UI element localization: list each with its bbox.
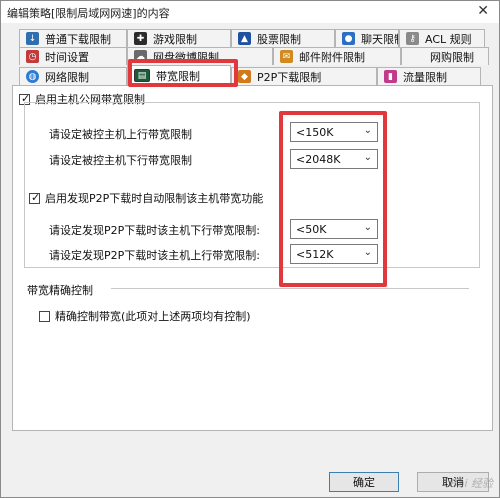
traffic-bars-icon: ▮ xyxy=(384,70,397,83)
tab-label: ACL 规则 xyxy=(425,32,472,46)
chevron-down-icon: ⌄ xyxy=(363,247,372,258)
tab-label: 邮件附件限制 xyxy=(299,50,365,64)
p2p-icon: ◆ xyxy=(238,70,251,83)
section-divider xyxy=(111,288,469,289)
tab-acl[interactable]: ⚷ ACL 规则 xyxy=(399,29,485,47)
watermark: Bai 经验 xyxy=(450,477,493,490)
checkbox-label: 精确控制带宽(此项对上述两项均有控制) xyxy=(55,310,251,323)
tab-p2p-download[interactable]: ◆ P2P下载限制 xyxy=(231,67,377,85)
tab-cloud-weibo[interactable]: ☁ 网盘微博限制 xyxy=(127,47,273,65)
gamepad-icon: ✚ xyxy=(134,32,147,45)
mail-icon: ✉ xyxy=(280,50,293,63)
enable-p2p-auto-limit-checkbox[interactable]: ✓ 启用发现P2P下载时自动限制该主机带宽功能 xyxy=(29,190,263,206)
tab-label: 聊天限制 xyxy=(361,32,398,46)
tab-time-settings[interactable]: ◷ 时间设置 xyxy=(19,47,127,65)
ok-button[interactable]: 确定 xyxy=(329,472,399,492)
tab-network[interactable]: ◍ 网络限制 xyxy=(19,67,127,85)
download-limit-select[interactable]: <2048K ⌄ xyxy=(290,149,378,169)
chevron-down-icon: ⌄ xyxy=(363,125,372,136)
tab-row-1: ↓ 普通下载限制 ✚ 游戏限制 ▲ 股票限制 ● 聊天限制 ⚷ ACL 规则 xyxy=(19,29,485,47)
chevron-down-icon: ⌄ xyxy=(363,222,372,233)
tab-label: 普通下载限制 xyxy=(45,32,111,46)
checkbox-label: 启用发现P2P下载时自动限制该主机带宽功能 xyxy=(45,192,264,205)
tab-row-3: ◍ 网络限制 ▤ 带宽限制 ◆ P2P下载限制 ▮ 流量限制 xyxy=(19,65,481,85)
tab-label: 游戏限制 xyxy=(153,32,197,46)
select-value: <512K xyxy=(296,247,334,261)
window-title: 编辑策略[限制局域网网速]的内容 xyxy=(7,7,170,20)
tab-chat[interactable]: ● 聊天限制 xyxy=(335,29,399,47)
checkbox-box xyxy=(39,310,50,322)
p2p-upload-limit-select[interactable]: <512K ⌄ xyxy=(290,244,378,264)
tab-stock[interactable]: ▲ 股票限制 xyxy=(231,29,335,47)
tab-label: 带宽限制 xyxy=(156,69,200,83)
checkbox-box: ✓ xyxy=(29,190,41,204)
p2p-upload-limit-label: 请设定发现P2P下载时该主机上行带宽限制: xyxy=(49,249,260,262)
tab-normal-download[interactable]: ↓ 普通下载限制 xyxy=(19,29,127,47)
tab-label: 网购限制 xyxy=(430,50,474,64)
download-limit-label: 请设定被控主机下行带宽限制 xyxy=(49,154,192,167)
tab-row-2: ◷ 时间设置 ☁ 网盘微博限制 ✉ 邮件附件限制 网购限制 xyxy=(19,47,489,65)
tab-bandwidth[interactable]: ▤ 带宽限制 xyxy=(127,65,231,85)
cloud-icon: ☁ xyxy=(134,50,147,63)
tab-label: 网盘微博限制 xyxy=(153,50,219,64)
upload-limit-label: 请设定被控主机上行带宽限制 xyxy=(49,128,192,141)
bandwidth-monitor-icon: ▤ xyxy=(134,69,150,82)
clock-icon: ◷ xyxy=(26,50,39,63)
tab-traffic[interactable]: ▮ 流量限制 xyxy=(377,67,481,85)
tab-label: 网络限制 xyxy=(45,70,89,84)
select-value: <2048K xyxy=(296,152,341,166)
p2p-download-limit-select[interactable]: <50K ⌄ xyxy=(290,219,378,239)
tab-label: P2P下载限制 xyxy=(257,70,322,84)
title-bar: 编辑策略[限制局域网网速]的内容 ✕ xyxy=(1,1,499,23)
tab-mail-attachment[interactable]: ✉ 邮件附件限制 xyxy=(273,47,401,65)
tab-game[interactable]: ✚ 游戏限制 xyxy=(127,29,231,47)
chevron-down-icon: ⌄ xyxy=(363,152,372,163)
tab-shopping[interactable]: 网购限制 xyxy=(401,47,489,65)
acl-key-icon: ⚷ xyxy=(406,32,419,45)
tab-label: 股票限制 xyxy=(257,32,301,46)
upload-limit-select[interactable]: <150K ⌄ xyxy=(290,122,378,142)
close-icon[interactable]: ✕ xyxy=(477,3,489,19)
p2p-download-limit-label: 请设定发现P2P下载时该主机下行带宽限制: xyxy=(49,224,260,237)
stock-chart-icon: ▲ xyxy=(238,32,251,45)
select-value: <50K xyxy=(296,222,327,236)
precise-control-checkbox[interactable]: 精确控制带宽(此项对上述两项均有控制) xyxy=(39,308,251,324)
select-value: <150K xyxy=(296,125,334,139)
check-icon: ✓ xyxy=(31,190,41,204)
download-icon: ↓ xyxy=(26,32,39,45)
precise-control-section-title: 带宽精确控制 xyxy=(27,284,93,297)
chat-icon: ● xyxy=(342,32,355,45)
tab-label: 时间设置 xyxy=(45,50,89,64)
tab-label: 流量限制 xyxy=(403,70,447,84)
dialog-window: 编辑策略[限制局域网网速]的内容 ✕ ↓ 普通下载限制 ✚ 游戏限制 ▲ 股票限… xyxy=(0,0,500,498)
globe-icon: ◍ xyxy=(26,70,39,83)
